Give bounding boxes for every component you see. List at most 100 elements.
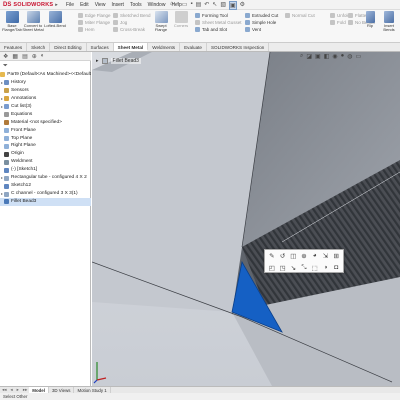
tree-item[interactable]: ▸ C channel - configured 3 X 3(1) xyxy=(0,190,91,198)
select-icon[interactable]: ↖ xyxy=(212,1,217,10)
extruded-cut-button[interactable]: Extruded Cut xyxy=(245,13,278,18)
tree-root[interactable]: Part9 (Default<As Machined><<Default xyxy=(0,71,91,79)
zoom-to-selection-icon[interactable]: ⊕ xyxy=(300,252,308,260)
edge-flange-button[interactable]: Edge Flange xyxy=(78,13,111,18)
measure-icon[interactable]: ⊞ xyxy=(332,252,340,260)
edit-sketch-icon[interactable]: ◰ xyxy=(268,264,276,272)
tab-features[interactable]: Features xyxy=(0,43,28,51)
tab-sheet-metal[interactable]: Sheet Metal xyxy=(113,43,149,51)
graphics-hud: ▸ Fillet Bead3 xyxy=(96,58,141,64)
menu-view[interactable]: View xyxy=(95,2,106,8)
configure-icon[interactable]: ◑ xyxy=(322,264,330,272)
chevron-right-icon[interactable]: ▸ xyxy=(96,58,99,64)
normal-cut-button[interactable]: Normal Cut xyxy=(285,13,315,18)
tree-item[interactable]: Front Plane xyxy=(0,127,91,135)
tab-sketch[interactable]: Sketch xyxy=(27,43,51,51)
print-icon[interactable]: ▤ xyxy=(196,1,202,10)
unfold-button[interactable]: Unfold xyxy=(330,13,350,18)
filter-icon[interactable]: ⏷ xyxy=(3,63,8,70)
menu-file[interactable]: File xyxy=(66,2,74,8)
appearance-icon[interactable]: ● xyxy=(341,53,345,60)
undo-icon[interactable]: ↶ xyxy=(204,1,209,10)
config-manager-icon[interactable]: ▤ xyxy=(22,53,28,60)
hide-icon[interactable]: ◫ xyxy=(289,252,297,260)
file-properties-icon[interactable]: ▣ xyxy=(228,1,237,10)
tab-evaluate[interactable]: Evaluate xyxy=(180,43,207,51)
simple-hole-button[interactable]: Simple Hole xyxy=(245,20,278,25)
fold-button[interactable]: Fold xyxy=(330,20,350,25)
cross-break-button[interactable]: Cross-Break xyxy=(113,27,151,32)
tab-weldments[interactable]: Weldments xyxy=(148,43,181,51)
display-manager-icon[interactable]: ◐ xyxy=(41,53,45,59)
save-icon[interactable]: ▪ xyxy=(190,1,192,10)
rip-button[interactable]: Rip xyxy=(362,11,378,42)
zoom-fit-icon[interactable]: ⌕ xyxy=(300,53,303,60)
rollback-icon[interactable]: ↺ xyxy=(279,252,287,260)
normal-to-icon[interactable]: ⇲ xyxy=(322,252,330,260)
rebuild-icon[interactable]: ▧ xyxy=(220,1,226,10)
tree-item[interactable]: Material <not specified> xyxy=(0,119,91,127)
tree-item[interactable]: Sensors xyxy=(0,87,91,95)
sketched-bend-button[interactable]: Sketched Bend xyxy=(113,13,151,18)
tree-item[interactable]: ▸ History xyxy=(0,79,91,87)
tree-item[interactable]: ▸ Cut list(3) xyxy=(0,103,91,111)
tab-and-slot-button[interactable]: Tab and Slot xyxy=(195,27,242,32)
model-viewport[interactable] xyxy=(92,52,400,386)
hem-button[interactable]: Hem xyxy=(78,27,111,32)
app-logo[interactable]: DS SOLIDWORKS ▸ xyxy=(3,1,58,9)
tree-item[interactable]: Equations xyxy=(0,111,91,119)
appearance-icon[interactable]: ◕ xyxy=(311,252,319,260)
scene-icon[interactable]: ◍ xyxy=(347,53,352,60)
miter-flange-button[interactable]: Miter Flange xyxy=(78,20,111,25)
options-icon[interactable]: ⚙ xyxy=(240,1,245,10)
open-icon[interactable]: ▭ xyxy=(182,1,188,10)
cutlist-icon xyxy=(4,104,9,110)
home-icon[interactable]: ⌂ xyxy=(170,1,174,10)
select-other-icon[interactable]: ⤡ xyxy=(300,264,308,272)
gusset-button[interactable]: Sheet Metal Gusset xyxy=(195,20,242,25)
menu-edit[interactable]: Edit xyxy=(80,2,89,8)
tree-item[interactable]: (-) [Sketch1] xyxy=(0,166,91,174)
tree-item-label: Front Plane xyxy=(11,127,36,133)
tree-item[interactable]: Weldment xyxy=(0,158,91,166)
tree-item[interactable]: Sketch12 xyxy=(0,182,91,190)
hud-feature-label[interactable]: Fillet Bead3 xyxy=(110,58,141,64)
property-manager-icon[interactable]: ▦ xyxy=(12,53,18,60)
convert-to-sheet-metal-button[interactable]: Convert to Sheet Metal xyxy=(22,11,44,42)
hide-show-icon[interactable]: ◉ xyxy=(332,53,337,60)
new-icon[interactable]: ▫ xyxy=(177,1,179,10)
feature-tree-icon[interactable]: ❖ xyxy=(3,53,8,60)
jog-button[interactable]: Jog xyxy=(113,20,151,25)
tree-item[interactable]: Fillet Bead3 xyxy=(0,198,91,206)
tree-item[interactable]: ▸ Rectangular tube - configured 4 X 2 xyxy=(0,174,91,182)
base-flange-button[interactable]: Base Flange/Tab xyxy=(1,11,23,42)
tree-item[interactable]: ▸ Annotations xyxy=(0,95,91,103)
vent-button[interactable]: Vent xyxy=(245,27,278,32)
material-icon[interactable]: ⬚ xyxy=(311,264,319,272)
view-settings-icon[interactable]: ▭ xyxy=(356,53,362,60)
tree-item[interactable]: Origin xyxy=(0,150,91,158)
lofted-bend-button[interactable]: Lofted-Bend xyxy=(44,11,66,42)
tab-surfaces[interactable]: Surfaces xyxy=(87,43,114,51)
corners-button[interactable]: Corners xyxy=(170,11,192,42)
menu-tools[interactable]: Tools xyxy=(130,2,142,8)
insert-bends-button[interactable]: Insert Bends xyxy=(378,11,400,42)
edit-feature-icon[interactable]: ✎ xyxy=(268,252,276,260)
comment-icon[interactable]: ◘ xyxy=(332,264,340,272)
tree-item[interactable]: Top Plane xyxy=(0,135,91,143)
forming-tool-button[interactable]: Forming Tool xyxy=(195,13,242,18)
tab-solidworks-inspection[interactable]: SOLIDWORKS Inspection xyxy=(207,43,270,51)
tab-direct-editing[interactable]: Direct Editing xyxy=(50,43,87,51)
sketch-icon[interactable]: ◳ xyxy=(279,264,287,272)
dimxpert-icon[interactable]: ⊕ xyxy=(32,53,37,60)
tree-item[interactable]: Right Plane xyxy=(0,142,91,150)
tree-item-label: Right Plane xyxy=(11,143,36,149)
menu-insert[interactable]: Insert xyxy=(111,2,124,8)
suppress-icon[interactable]: ↘ xyxy=(289,264,297,272)
section-view-icon[interactable]: ◪ xyxy=(306,53,312,60)
view-orientation-icon[interactable]: ▣ xyxy=(315,53,321,60)
swept-flange-button[interactable]: Swept Flange xyxy=(150,11,172,42)
display-style-icon[interactable]: ◧ xyxy=(324,53,330,60)
menu-window[interactable]: Window xyxy=(148,2,166,8)
graphics-area[interactable] xyxy=(92,52,400,386)
